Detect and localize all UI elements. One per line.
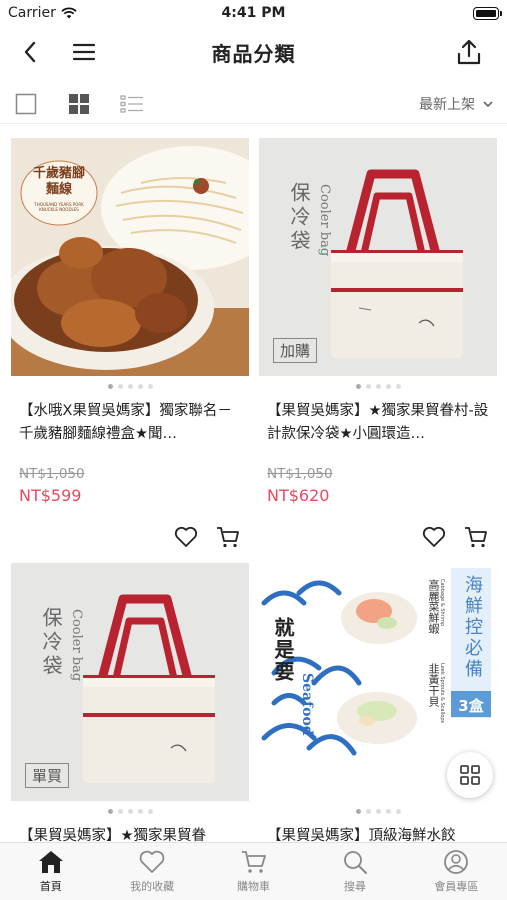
product-image-en-text: Seafood [299,673,315,736]
list-view-button[interactable] [120,92,144,116]
product-name[interactable]: 【水哦Ⅹ果貿吳媽家】獨家聯名－千歲豬腳麵線禮盒★聞… [19,400,245,446]
tab-member[interactable]: 會員專區 [406,843,507,900]
heart-icon [139,850,165,873]
add-to-cart-button[interactable] [463,524,489,550]
tab-label: 搜尋 [343,880,366,893]
image-pager-dots [11,384,249,389]
home-icon [38,851,63,873]
user-icon [444,850,469,874]
product-name[interactable]: 【果貿吳媽家】★獨家果貿眷村-設計款保冷袋★小圓環造… [267,400,493,446]
tab-label: 首頁 [39,880,62,893]
original-price: NT$1,050 [267,466,333,482]
product-image-label-en: Cooler bag [317,184,332,257]
grid-view-button[interactable] [67,92,91,116]
product-card[interactable]: 就是要 Seafood 高麗菜鮮蝦 Cabbage & Shrimp 韭黃干貝 … [259,563,497,842]
product-image-tag: 單買 [25,763,70,788]
image-pager-dots [259,809,497,814]
product-image-main-text: 就是要 [271,617,295,683]
product-image-subtitle: THOUSAND YEARS PORK KNUCKLE NOODLES [34,202,84,212]
sale-price: NT$599 [19,486,82,505]
product-card[interactable]: 千歲豬腳麵線 THOUSAND YEARS PORK KNUCKLE NOODL… [11,138,249,568]
product-image-box-count: 3盒 [458,697,484,715]
search-icon [344,851,367,874]
product-image-tag: 加購 [273,338,318,363]
product-name[interactable]: 【果貿吳媽家】★獨家果貿眷 [19,825,245,842]
share-button[interactable] [453,36,485,68]
tab-home[interactable]: 首頁 [0,843,101,900]
sort-label: 最新上架 [419,97,475,113]
tab-label: 我的收藏 [130,880,175,893]
tab-favorites[interactable]: 我的收藏 [101,843,202,900]
tab-label: 會員專區 [434,880,479,893]
cart-icon [465,527,487,548]
sort-dropdown[interactable]: 最新上架 [419,94,493,114]
grid-icon [460,765,480,785]
tab-label: 購物車 [237,880,271,893]
tab-cart[interactable]: 購物車 [203,843,304,900]
cart-icon [217,527,239,548]
single-square-icon [15,93,37,115]
product-image-box-title: 海鮮控必備 [462,575,483,680]
bottom-tab-bar: 首頁 我的收藏 購物車 搜尋 會員專區 [0,842,507,900]
product-card[interactable]: 保冷袋 Cooler bag 單買 【果貿吳媽家】★獨家果貿眷 [11,563,249,842]
single-view-button[interactable] [14,92,38,116]
favorite-button[interactable] [173,524,199,550]
sale-price: NT$620 [267,486,330,505]
product-image-label: 保冷袋 [287,182,311,254]
product-image-title: 千歲豬腳麵線 [33,166,86,197]
image-pager-dots [259,384,497,389]
product-grid: 千歲豬腳麵線 THOUSAND YEARS PORK KNUCKLE NOODL… [0,128,507,842]
product-image-label: 保冷袋 [39,607,63,679]
flavor-label-2-en: Leek Sprouts & Scallops [439,663,445,724]
heart-icon [422,526,446,547]
image-pager-dots [11,809,249,814]
list-icon [120,95,143,113]
product-card[interactable]: 保冷袋 Cooler bag 加購 【果貿吳媽家】★獨家果貿眷村-設計款保冷袋★… [259,138,497,568]
add-to-cart-button[interactable] [215,524,241,550]
battery-icon [473,7,502,20]
product-image-label-en: Cooler bag [69,609,84,682]
product-name[interactable]: 【果貿吳媽家】頂級海鮮水餃 [267,825,493,842]
category-menu-button[interactable] [447,752,493,798]
view-toolbar: 最新上架 [0,84,507,124]
share-icon [457,39,481,65]
tab-search[interactable]: 搜尋 [304,843,405,900]
heart-icon [174,526,198,547]
cart-icon [241,851,266,873]
grid-icon [69,94,89,114]
clock: 4:41 PM [221,5,286,21]
product-image[interactable]: 千歲豬腳麵線 THOUSAND YEARS PORK KNUCKLE NOODL… [11,138,249,376]
original-price: NT$1,050 [19,466,85,482]
navigation-bar: 商品分類 [0,28,507,76]
product-image[interactable]: 保冷袋 Cooler bag 單買 [11,563,249,801]
status-bar: Carrier 4:41 PM [0,0,507,28]
favorite-button[interactable] [421,524,447,550]
chevron-down-icon [483,100,493,107]
flavor-label-1-en: Cabbage & Shrimp [439,579,445,627]
page-title: 商品分類 [211,42,296,66]
product-image[interactable]: 保冷袋 Cooler bag 加購 [259,138,497,376]
